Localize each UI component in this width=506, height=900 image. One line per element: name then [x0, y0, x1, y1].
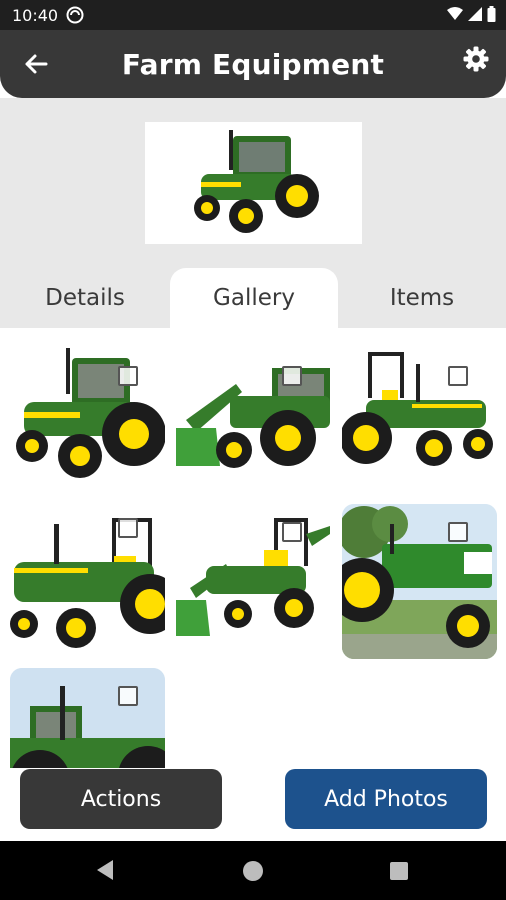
signal-icon — [468, 7, 482, 21]
tractor-image — [342, 352, 493, 466]
wifi-icon — [447, 7, 463, 20]
tractor-image — [194, 130, 319, 233]
select-checkbox[interactable] — [282, 366, 302, 386]
nav-recents-icon[interactable] — [390, 862, 408, 880]
nav-home-icon[interactable] — [243, 861, 263, 881]
gear-icon[interactable] — [462, 45, 490, 73]
select-checkbox[interactable] — [448, 522, 468, 542]
status-time: 10:40 — [12, 6, 59, 25]
battery-icon — [487, 6, 496, 22]
select-checkbox[interactable] — [118, 366, 138, 386]
tractor-image — [342, 504, 497, 659]
gallery-item[interactable] — [342, 504, 497, 659]
gallery-item[interactable] — [10, 668, 165, 768]
select-checkbox[interactable] — [448, 366, 468, 386]
tab-gallery[interactable]: Gallery — [170, 268, 338, 328]
tractor-image — [176, 518, 330, 636]
select-checkbox[interactable] — [282, 522, 302, 542]
tab-bar: Details Gallery Items — [0, 268, 506, 328]
tractor-image — [10, 668, 165, 768]
gallery-item[interactable] — [342, 338, 497, 493]
select-checkbox[interactable] — [118, 518, 138, 538]
tab-details[interactable]: Details — [0, 268, 170, 328]
select-checkbox[interactable] — [118, 686, 138, 706]
nav-back-icon[interactable] — [95, 859, 115, 881]
photo-gallery — [0, 328, 506, 768]
notification-app-icon — [66, 6, 84, 24]
gallery-item[interactable] — [176, 338, 331, 493]
gallery-item[interactable] — [10, 338, 165, 493]
system-nav-bar — [0, 841, 506, 900]
status-icons — [447, 6, 496, 22]
gallery-item[interactable] — [176, 504, 331, 659]
tab-items[interactable]: Items — [338, 268, 506, 328]
page-title: Farm Equipment — [121, 48, 385, 81]
add-photos-button[interactable]: Add Photos — [285, 769, 487, 829]
gallery-item[interactable] — [10, 504, 165, 659]
tractor-image — [10, 518, 165, 648]
equipment-photo[interactable] — [145, 122, 362, 244]
app-bar: Farm Equipment — [0, 30, 506, 98]
actions-button[interactable]: Actions — [20, 769, 222, 829]
tractor-image — [176, 368, 330, 468]
tractor-image — [16, 348, 165, 478]
status-bar: 10:40 — [0, 0, 506, 30]
equipment-header: Details Gallery Items — [0, 98, 506, 328]
